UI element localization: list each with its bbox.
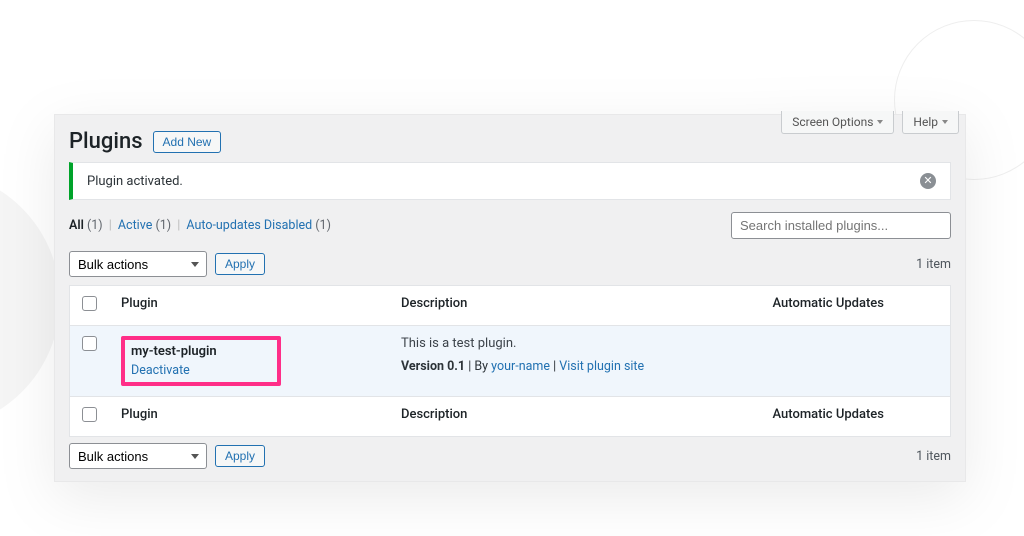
filter-all[interactable]: All	[69, 218, 84, 233]
col-plugin: Plugin	[109, 286, 389, 326]
select-all-bottom-checkbox[interactable]	[82, 407, 97, 422]
chevron-down-icon	[942, 120, 948, 124]
select-all-top-checkbox[interactable]	[82, 296, 97, 311]
items-count-bottom: 1 item	[916, 449, 951, 464]
chevron-down-icon	[877, 120, 883, 124]
help-button[interactable]: Help	[902, 111, 959, 134]
notice-success: Plugin activated. ✕	[69, 162, 951, 200]
bulk-action-select-bottom[interactable]: Bulk actions	[69, 443, 207, 469]
screen-options-label: Screen Options	[792, 115, 873, 129]
notice-text: Plugin activated.	[87, 174, 183, 189]
col-auto-updates: Automatic Updates	[761, 286, 951, 326]
items-count-top: 1 item	[916, 257, 951, 272]
plugins-panel: Screen Options Help Plugins Add New Plug…	[54, 114, 966, 482]
row-actions: Deactivate	[131, 363, 217, 378]
bulk-actions-bottom: Bulk actions Apply	[69, 443, 265, 469]
filter-active[interactable]: Active	[118, 218, 152, 233]
filter-links: All (1) | Active (1) | Auto-updates Disa…	[69, 218, 331, 233]
col-description: Description	[389, 286, 761, 326]
deactivate-link[interactable]: Deactivate	[131, 363, 190, 378]
tablenav-top: Bulk actions Apply 1 item	[55, 245, 965, 285]
apply-button-bottom[interactable]: Apply	[215, 445, 265, 467]
plugin-meta: Version 0.1 | By your-name | Visit plugi…	[401, 359, 749, 374]
filter-auto-updates-disabled[interactable]: Auto-updates Disabled	[186, 218, 312, 233]
plugin-author-link[interactable]: your-name	[491, 359, 550, 374]
plugins-table: Plugin Description Automatic Updates my-…	[69, 285, 951, 437]
bulk-action-select-top[interactable]: Bulk actions	[69, 251, 207, 277]
plugin-description: This is a test plugin.	[401, 336, 749, 351]
search-plugins-input[interactable]	[731, 212, 951, 239]
bulk-actions-top: Bulk actions Apply	[69, 251, 265, 277]
visit-plugin-site-link[interactable]: Visit plugin site	[559, 359, 644, 374]
help-label: Help	[913, 115, 938, 129]
filter-auto-count: (1)	[315, 218, 331, 233]
row-checkbox[interactable]	[82, 336, 97, 351]
col-auto-foot: Automatic Updates	[761, 397, 951, 437]
screen-options-button[interactable]: Screen Options	[781, 111, 894, 134]
add-new-button[interactable]: Add New	[153, 131, 222, 153]
decor-blob	[0, 170, 60, 430]
col-description-foot: Description	[389, 397, 761, 437]
table-footer-row: Plugin Description Automatic Updates	[70, 397, 951, 437]
plugin-title: my-test-plugin	[131, 344, 217, 359]
col-plugin-foot: Plugin	[109, 397, 389, 437]
filter-active-count: (1)	[155, 218, 171, 233]
auto-update-cell	[761, 326, 951, 397]
tablenav-bottom: Bulk actions Apply 1 item	[55, 437, 965, 477]
table-header-row: Plugin Description Automatic Updates	[70, 286, 951, 326]
filter-row: All (1) | Active (1) | Auto-updates Disa…	[55, 212, 965, 245]
filter-all-count: (1)	[87, 218, 103, 233]
screen-meta-links: Screen Options Help	[781, 111, 959, 134]
page-title: Plugins	[69, 129, 143, 154]
close-icon: ✕	[923, 174, 932, 187]
apply-button-top[interactable]: Apply	[215, 253, 265, 275]
table-row: my-test-plugin Deactivate This is a test…	[70, 326, 951, 397]
highlight-annotation: my-test-plugin Deactivate	[121, 336, 281, 386]
dismiss-notice-button[interactable]: ✕	[920, 173, 936, 189]
